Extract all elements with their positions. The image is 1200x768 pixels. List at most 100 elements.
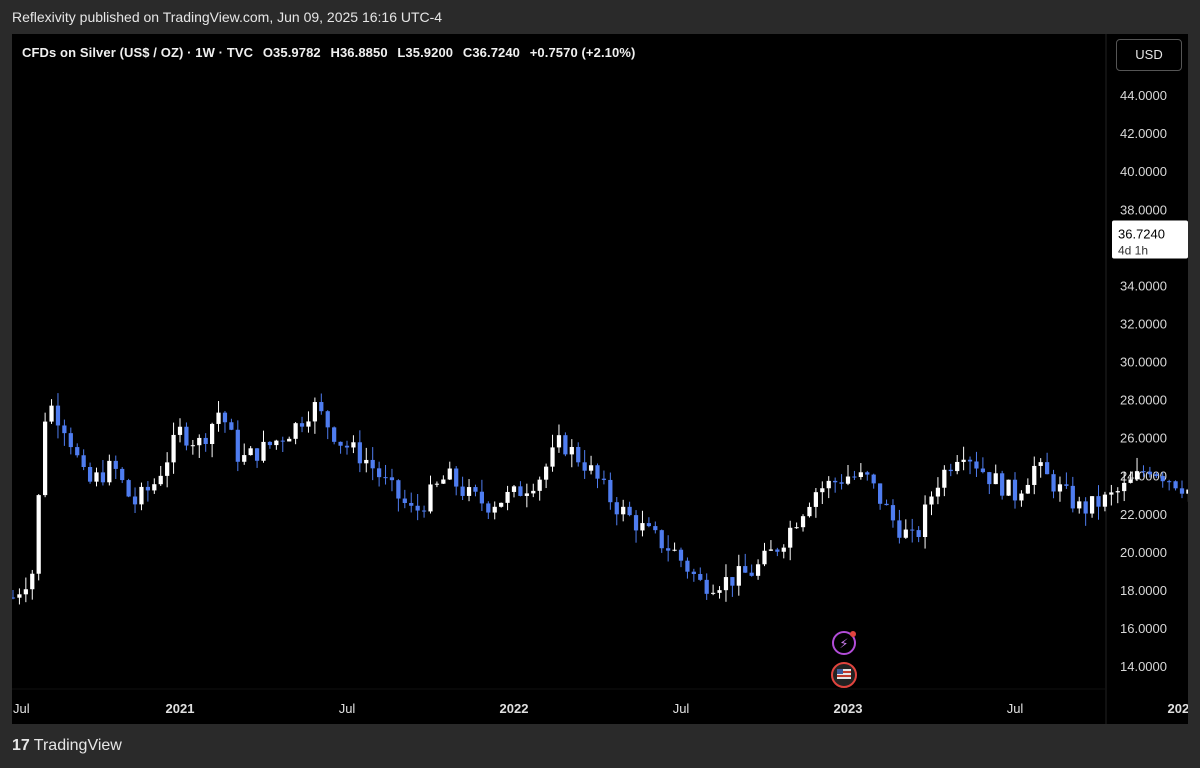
candle-down — [203, 437, 208, 445]
candle-up — [1134, 471, 1140, 480]
candle-up — [1032, 465, 1037, 485]
candle-down — [1141, 471, 1146, 473]
candle-up — [711, 592, 716, 594]
candle-up — [293, 423, 298, 439]
legend-symbol: CFDs on Silver (US$ / OZ) · 1W · TVC — [22, 45, 254, 60]
candle-down — [377, 468, 382, 478]
legend-low: L35.9200 — [397, 45, 454, 60]
candle-up — [210, 423, 215, 445]
y-tick-label: 40.0000 — [1120, 164, 1167, 179]
candle-up — [1025, 484, 1030, 494]
candle-up — [511, 486, 517, 492]
candle-down — [1167, 481, 1172, 483]
candle-down — [357, 442, 362, 464]
candle-up — [261, 441, 266, 461]
candle-down — [344, 445, 350, 448]
tradingview-logo[interactable]: 17 TradingView — [12, 737, 122, 755]
candle-up — [929, 496, 934, 505]
candle-up — [242, 455, 247, 462]
candle-up — [768, 549, 774, 551]
x-tick-label: 2021 — [166, 701, 195, 716]
candle-down — [486, 503, 491, 513]
candle-down — [1064, 484, 1069, 486]
candle-up — [351, 442, 356, 448]
x-tick-label: Jul — [673, 701, 690, 716]
candle-down — [839, 482, 844, 484]
candle-down — [81, 455, 86, 467]
candle-down — [1070, 485, 1075, 509]
candle-down — [1179, 488, 1185, 494]
legend-change: +0.7570 (+2.10%) — [529, 45, 636, 60]
candle-up — [569, 446, 574, 455]
candle-down — [1147, 471, 1152, 475]
candle-up — [800, 516, 806, 528]
candle-down — [678, 549, 684, 561]
tradingview-logo-text: TradingView — [33, 737, 122, 754]
y-tick-label: 18.0000 — [1120, 583, 1167, 598]
candle-down — [563, 435, 568, 455]
candle-down — [730, 577, 735, 586]
candle-up — [23, 589, 28, 595]
candle-up — [794, 527, 799, 529]
candle-up — [434, 483, 440, 485]
price-chart-svg[interactable]: 14.000016.000018.000020.000022.000024.00… — [12, 34, 1188, 724]
candle-down — [396, 480, 401, 499]
candle-down — [614, 502, 619, 515]
candle-up — [1077, 501, 1082, 509]
candle-up — [858, 472, 863, 477]
y-tick-label: 14.0000 — [1120, 659, 1167, 674]
y-tick-label: 34.0000 — [1120, 278, 1167, 293]
chart-panel[interactable]: 14.0000 16.0000 18.0000 20.0000 22.0000 24.00… — [12, 34, 1188, 724]
candle-up — [447, 468, 452, 480]
candle-up — [588, 465, 594, 471]
candle-up — [274, 440, 279, 446]
candle-down — [1154, 474, 1159, 476]
candle-down — [415, 505, 420, 511]
candle-down — [666, 548, 671, 551]
candle-up — [36, 495, 41, 574]
candle-up — [428, 484, 433, 512]
currency-button[interactable]: USD — [1116, 39, 1182, 71]
candle-up — [531, 490, 536, 494]
candle-down — [113, 460, 118, 469]
candle-up — [544, 466, 549, 480]
candle-up — [807, 506, 812, 517]
candle-down — [910, 529, 915, 531]
candle-up — [717, 590, 722, 593]
candle-up — [935, 487, 941, 497]
candle-up — [499, 502, 504, 507]
candle-up — [177, 426, 183, 435]
legend-close: C36.7240 — [462, 45, 521, 60]
candle-down — [319, 402, 324, 412]
published-by-text: Reflexivity published on TradingView.com… — [12, 9, 443, 25]
candle-up — [17, 594, 22, 598]
candle-down — [852, 476, 857, 478]
candle-up — [1102, 494, 1108, 507]
candle-down — [100, 472, 106, 483]
candle-down — [865, 472, 870, 475]
candle-down — [775, 549, 780, 552]
candle-down — [68, 433, 73, 448]
candle-up — [1122, 482, 1127, 492]
candle-down — [267, 441, 273, 446]
candle-down — [62, 425, 67, 434]
candle-up — [961, 459, 966, 462]
candle-down — [1045, 462, 1050, 475]
candle-down — [454, 468, 459, 487]
y-tick-label: 44.0000 — [1120, 88, 1167, 103]
candle-up — [788, 527, 793, 548]
candle-up — [248, 448, 253, 456]
candle-up — [49, 405, 54, 422]
candle-down — [1012, 479, 1018, 501]
candle-down — [12, 597, 16, 599]
x-tick-label: 2024 — [1168, 701, 1188, 716]
candle-down — [833, 480, 838, 483]
candle-up — [550, 447, 555, 467]
price-badge-countdown: 4d 1h — [1118, 244, 1148, 258]
legend-open: O35.9782 — [262, 45, 321, 60]
candle-up — [1115, 491, 1120, 493]
candle-down — [479, 491, 484, 504]
candle-up — [762, 550, 767, 565]
y-tick-label: 28.0000 — [1120, 393, 1167, 408]
y-tick-label: 38.0000 — [1120, 202, 1167, 217]
